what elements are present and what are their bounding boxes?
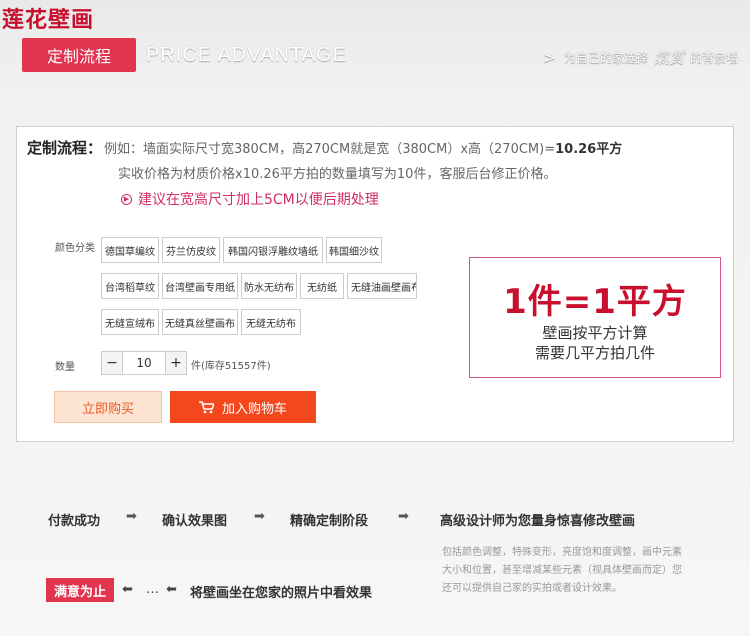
intro-example: 例如：墙面实际尺寸宽380CM，高270CM就是宽（380CM）x高（270CM… xyxy=(104,142,556,157)
arrow-right-icon: ➡ xyxy=(126,509,137,524)
option-german-grass[interactable]: 德国草编纹 xyxy=(101,237,159,263)
chevron-right-icon: > xyxy=(542,48,556,67)
intro-label: 定制流程： xyxy=(27,139,103,157)
brand-logo-text: 莲花壁画 xyxy=(2,7,95,33)
option-waterproof-nonwoven[interactable]: 防水无纺布 xyxy=(241,273,297,299)
tip-text: 建议在宽高尺寸加上5CM以便后期处理 xyxy=(138,192,379,208)
section-title-en: PRICE ADVANTAGE xyxy=(146,44,347,66)
option-finland-leather[interactable]: 芬兰仿皮纹 xyxy=(162,237,220,263)
pricing-line-2: 需要几平方拍几件 xyxy=(534,344,655,362)
pricing-info-box: 1件=1平方 壁画按平方计算 需要几平方拍几件 xyxy=(469,257,721,378)
intro-area: 10.26平方 xyxy=(555,142,623,157)
quantity-increase-button[interactable]: + xyxy=(165,351,187,375)
quantity-decrease-button[interactable]: − xyxy=(101,351,123,375)
option-nonwoven-paper[interactable]: 无纺纸 xyxy=(300,273,344,299)
intro-line-2: 实收价格为材质价格x10.26平方拍的数量填写为10件，客服后台修正价格。 xyxy=(118,167,557,182)
satisfied-badge: 满意为止 xyxy=(46,578,114,602)
color-category-label: 颜色分类 xyxy=(55,243,95,254)
option-seamless-velvet[interactable]: 无缝宣绒布 xyxy=(101,309,159,335)
stock-text: 件(库存51557件) xyxy=(191,361,271,372)
quantity-label: 数量 xyxy=(55,362,75,373)
arrow-left-icon: ⬅ xyxy=(166,582,177,597)
add-to-cart-button[interactable]: 加入购物车 xyxy=(170,391,316,423)
arrow-right-icon: ➡ xyxy=(398,509,409,524)
section-header: 定制流程 PRICE ADVANTAGE > 为自己的家选择 氣質 的背景墙 xyxy=(0,38,750,74)
designer-description: 包括颜色调整，特殊变形，亮度饱和度调整，画中元素大小和位置，甚至增减某些元素（视… xyxy=(442,547,682,594)
step-designer: 高级设计师为您量身惊喜修改壁画 xyxy=(440,514,636,529)
tip-arrow-icon: ▶ xyxy=(121,193,132,205)
slogan-script: 氣質 xyxy=(653,49,684,67)
arrow-right-icon: ➡ xyxy=(254,509,265,524)
section-badge: 定制流程 xyxy=(22,38,136,72)
arrow-left-icon: ⬅ xyxy=(122,582,133,597)
slogan: > 为自己的家选择 氣質 的背景墙 xyxy=(543,47,738,68)
option-seamless-oil[interactable]: 无缝油画壁画布 xyxy=(347,273,417,299)
slogan-prefix: 为自己的家选择 xyxy=(563,51,648,65)
option-seamless-silk[interactable]: 无缝真丝壁画布 xyxy=(162,309,238,335)
cart-icon xyxy=(198,400,214,413)
step-payment: 付款成功 xyxy=(48,514,101,529)
option-korea-silver[interactable]: 韩国闪银浮雕纹墙纸 xyxy=(223,237,323,263)
pricing-line-1: 壁画按平方计算 xyxy=(542,324,648,342)
option-taiwan-straw[interactable]: 台湾稻草纹 xyxy=(101,273,159,299)
tip: ▶ 建议在宽高尺寸加上5CM以便后期处理 xyxy=(121,189,379,209)
pricing-headline: 1件=1平方 xyxy=(503,282,687,322)
ellipsis: … xyxy=(146,582,159,597)
buy-now-button[interactable]: 立即购买 xyxy=(54,391,162,423)
intro-line-1: 定制流程： 例如：墙面实际尺寸宽380CM，高270CM就是宽（380CM）x高（… xyxy=(27,137,622,158)
option-seamless-nonwoven[interactable]: 无缝无纺布 xyxy=(241,309,301,335)
slogan-suffix: 的背景墙 xyxy=(689,51,738,65)
option-taiwan-mural-paper[interactable]: 台湾壁画专用纸 xyxy=(162,273,238,299)
option-korea-sand[interactable]: 韩国细沙纹 xyxy=(326,237,382,263)
add-to-cart-label: 加入购物车 xyxy=(221,401,287,417)
quantity-stepper: − 10 + xyxy=(101,351,187,375)
quantity-input[interactable]: 10 xyxy=(123,351,165,375)
step-confirm: 确认效果图 xyxy=(162,514,228,529)
step-preview: 将壁画坐在您家的照片中看效果 xyxy=(190,586,373,601)
step-custom: 精确定制阶段 xyxy=(290,514,369,529)
product-card: 定制流程： 例如：墙面实际尺寸宽380CM，高270CM就是宽（380CM）x高（… xyxy=(16,126,734,442)
